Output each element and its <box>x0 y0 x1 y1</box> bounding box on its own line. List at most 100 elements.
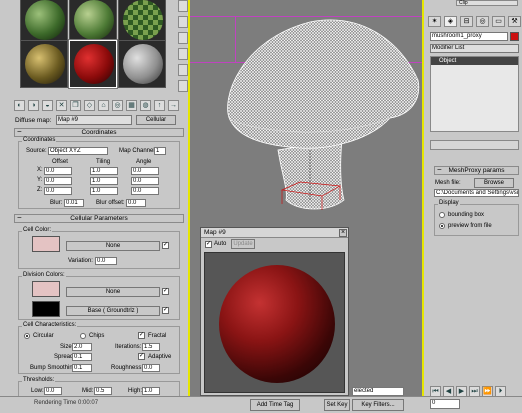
tiling-field[interactable]: 1.0 <box>90 167 118 175</box>
material-slot-4[interactable] <box>20 40 68 88</box>
update-button[interactable]: Update <box>231 239 255 249</box>
mesh-path-field[interactable]: C:\Documents and Settings\vsu <box>434 189 519 197</box>
map-type-button[interactable]: Cellular <box>136 115 176 125</box>
division-color2-swatch[interactable] <box>32 301 60 317</box>
low-field[interactable]: 0.0 <box>44 387 62 395</box>
source-dropdown[interactable]: Object XYZ <box>48 147 108 155</box>
map-name-dropdown[interactable]: Map #9 <box>56 115 132 125</box>
video-color-check-icon[interactable] <box>178 64 188 76</box>
cell-map-checkbox[interactable]: ✓ <box>162 242 169 249</box>
high-field[interactable]: 1.0 <box>142 387 160 395</box>
reset-map-icon[interactable]: ✕ <box>56 100 67 111</box>
cell-color-swatch[interactable] <box>32 236 60 252</box>
get-material-icon[interactable]: ◐ <box>14 100 25 111</box>
modifier-list-dropdown[interactable]: Modifier List <box>430 44 519 53</box>
utilities-tab-icon[interactable]: ⚒ <box>508 16 521 27</box>
variation-field[interactable]: 0.0 <box>95 257 117 265</box>
hierarchy-tab-icon[interactable]: ⊟ <box>460 16 473 27</box>
mid-field[interactable]: 0.5 <box>94 387 112 395</box>
tiling-field[interactable]: 1.0 <box>90 187 118 195</box>
stack-item-object[interactable]: Object <box>431 57 518 65</box>
tiling-field[interactable]: 1.0 <box>90 177 118 185</box>
sample-type-icon[interactable] <box>178 0 188 12</box>
angle-field[interactable]: 0.0 <box>131 177 159 185</box>
offset-field[interactable]: 0.0 <box>44 167 72 175</box>
map-window-close-button[interactable]: × <box>339 229 347 237</box>
chips-radio[interactable] <box>80 333 86 339</box>
make-preview-icon[interactable] <box>178 80 188 92</box>
bump-smoothing-field[interactable]: 0.1 <box>72 364 92 372</box>
background-icon[interactable] <box>178 32 188 44</box>
circular-radio[interactable] <box>24 333 30 339</box>
go-end-icon[interactable]: ⏩ <box>482 386 493 397</box>
show-map-icon[interactable]: ▦ <box>126 100 137 111</box>
add-time-tag-button[interactable]: Add Time Tag <box>250 399 300 411</box>
map-window-titlebar[interactable]: Map #9 <box>201 228 348 238</box>
modifier-stack[interactable]: Object <box>430 56 519 132</box>
selection-dropdown[interactable]: elected <box>352 387 404 396</box>
blur-field[interactable]: 0.01 <box>64 199 84 207</box>
division-map2-checkbox[interactable]: ✓ <box>162 307 169 314</box>
uv-tiling-icon[interactable] <box>178 48 188 60</box>
key-mode-icon[interactable]: ⏵ <box>495 386 506 397</box>
object-color-swatch[interactable] <box>510 32 519 41</box>
coordinates-group-title: Coordinates <box>22 137 57 143</box>
backlight-icon[interactable] <box>178 16 188 28</box>
put-library-icon[interactable]: ⌂ <box>98 100 109 111</box>
material-slot-3[interactable] <box>118 0 166 44</box>
create-tab-icon[interactable]: ✶ <box>428 16 441 27</box>
material-slot-6[interactable] <box>118 40 166 88</box>
bounding-box-radio[interactable] <box>439 212 445 218</box>
division-map1-button[interactable]: None <box>66 287 160 297</box>
roughness-field[interactable]: 0.0 <box>142 364 160 372</box>
object-name-field[interactable]: mushroom1_proxy <box>430 32 508 41</box>
blur-offset-field[interactable]: 0.0 <box>126 199 146 207</box>
playback-controls: ⏮ ◀ ▶ ⏭ ⏩ ⏵ <box>430 386 522 397</box>
assign-material-icon[interactable]: ◒ <box>42 100 53 111</box>
map-channel-field[interactable]: 1 <box>154 147 166 155</box>
fractal-checkbox[interactable]: ✓ <box>138 332 145 339</box>
material-id-icon[interactable]: ◎ <box>112 100 123 111</box>
spread-field[interactable]: 0.1 <box>72 353 92 361</box>
preview-from-file-radio[interactable] <box>439 223 445 229</box>
show-end-result-icon[interactable]: ◍ <box>140 100 151 111</box>
go-to-parent-icon[interactable]: ↑ <box>154 100 165 111</box>
copy-material-icon[interactable]: ❐ <box>70 100 81 111</box>
auto-checkbox[interactable]: ✓ <box>205 241 212 248</box>
cell-map-button[interactable]: None <box>66 241 160 251</box>
next-frame-icon[interactable]: ⏭ <box>469 386 480 397</box>
division-color1-swatch[interactable] <box>32 281 60 297</box>
set-key-button[interactable]: Set Key <box>324 399 350 411</box>
clip-dropdown[interactable]: Clip <box>456 0 518 6</box>
adaptive-checkbox[interactable]: ✓ <box>138 353 145 360</box>
browse-button[interactable]: Browse <box>474 178 514 188</box>
size-field[interactable]: 2.0 <box>72 343 92 351</box>
frame-field[interactable]: 0 <box>430 399 460 409</box>
go-start-icon[interactable]: ⏮ <box>430 386 441 397</box>
division-map1-checkbox[interactable]: ✓ <box>162 288 169 295</box>
adaptive-label: Adaptive <box>148 354 172 360</box>
put-material-icon[interactable]: ◑ <box>28 100 39 111</box>
material-slot-1[interactable] <box>20 0 68 44</box>
material-slot-5-selected[interactable] <box>68 39 118 89</box>
coordinates-rollout-header[interactable]: − Coordinates <box>14 128 184 137</box>
material-slot-2[interactable] <box>69 0 117 44</box>
key-filters-button[interactable]: Key Filters... <box>352 399 404 411</box>
angle-field[interactable]: 0.0 <box>131 187 159 195</box>
angle-field[interactable]: 0.0 <box>131 167 159 175</box>
display-tab-icon[interactable]: ▭ <box>492 16 505 27</box>
division-map2-button[interactable]: Base ( Groundtrlz ) <box>66 306 160 316</box>
prev-frame-icon[interactable]: ◀ <box>443 386 454 397</box>
meshproxy-rollout-header[interactable]: − MeshProxy params <box>434 166 519 175</box>
map-preview-window[interactable]: Map #9 × ✓ Auto Update <box>200 227 349 396</box>
motion-tab-icon[interactable]: ◎ <box>476 16 489 27</box>
thresholds-label: Thresholds: <box>22 377 56 383</box>
play-icon[interactable]: ▶ <box>456 386 467 397</box>
offset-field[interactable]: 0.0 <box>44 177 72 185</box>
modify-tab-icon[interactable]: ◈ <box>444 16 457 27</box>
iterations-field[interactable]: 1.5 <box>142 343 160 351</box>
unique-icon[interactable]: ◇ <box>84 100 95 111</box>
go-forward-icon[interactable]: → <box>168 100 179 111</box>
cellular-rollout-header[interactable]: − Cellular Parameters <box>14 214 184 223</box>
offset-field[interactable]: 0.0 <box>44 187 72 195</box>
